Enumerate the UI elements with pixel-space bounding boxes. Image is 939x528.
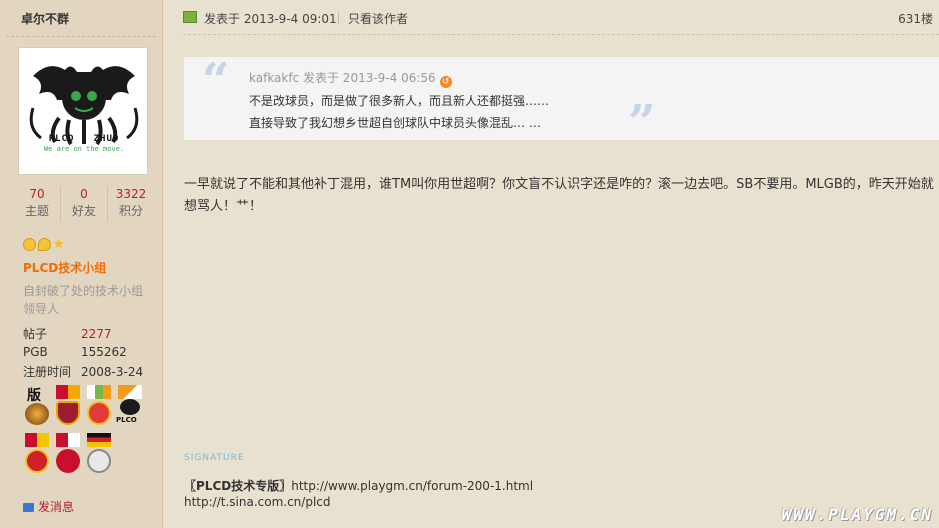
ribbon-icon [56,385,80,399]
divider [338,12,339,24]
user-stats: 70 主题 0 好友 3322 积分 [14,186,154,222]
level-icons: ★ [23,238,65,251]
author-sidebar: 卓尔不群 PLCD - ZHUO We are on the move. 70 … [0,0,163,528]
stat-label: 积分 [118,204,143,218]
medal-moderator-text: 版 [27,388,41,404]
medal-bird[interactable] [85,385,113,425]
info-value: 155262 [81,345,127,359]
medal-germany[interactable] [85,433,113,473]
quote-open-icon: “ [202,53,230,109]
quote-line: 不是改球员，而是做了很多新人，而且新人还都挺强…… [249,94,550,108]
signature-label: SIGNATURE [184,453,245,463]
stat-threads[interactable]: 70 主题 [14,186,60,222]
sixty-icon [56,449,80,473]
post-header: 发表于 2013-9-4 09:01 只看该作者 631楼 [183,8,933,28]
post-date: 发表于 2013-9-4 09:01 [204,12,337,26]
send-message-link[interactable]: 发消息 [23,498,74,515]
floor-number[interactable]: 631楼 [898,10,933,27]
signature-line: 〖PLCD技术专版〗http://www.playgm.cn/forum-200… [184,477,533,494]
online-status-icon [183,11,197,23]
skull-icon [120,399,140,415]
avatar-skull-bat-image [19,48,147,174]
signature-title: 〖PLCD技术专版〗 [184,479,292,493]
stat-friends[interactable]: 0 好友 [60,186,107,222]
medal-plco-text: PLCO [116,416,137,424]
info-key: 帖子 [23,327,48,341]
jump-to-post-icon[interactable]: ↺ [439,76,452,88]
crest-icon [25,449,49,473]
username[interactable]: 卓尔不群 [21,10,69,27]
medal-plco[interactable]: PLCO [116,385,144,425]
avatar[interactable]: PLCD - ZHUO We are on the move. [18,47,148,175]
ribbon-icon [118,385,142,399]
send-message-label: 发消息 [38,500,75,514]
stat-value: 70 [29,187,45,201]
quote-author-date: kafkakfc 发表于 2013-9-4 06:56 [249,71,436,85]
sun-icon [23,238,36,251]
quote-close-icon: ” [628,95,656,151]
stat-label: 主题 [24,204,49,218]
flag-ribbon-icon [87,433,111,447]
ribbon-icon [87,385,111,399]
quote-header: kafkakfc 发表于 2013-9-4 06:56 ↺ [249,69,452,88]
bird-icon [87,401,111,425]
user-title: 自封破了处的技术小组领导人 [23,284,144,316]
site-watermark: WWW.PLAYGM.CN [781,505,933,524]
stat-value: 0 [80,187,88,201]
signature-link[interactable]: http://www.playgm.cn/forum-200-1.html [291,479,533,493]
shield-icon [56,401,80,425]
info-posts: 帖子 2277 [23,325,112,342]
star-icon: ★ [53,237,65,252]
info-key: PGB [23,345,48,359]
signature-link[interactable]: http://t.sina.com.cn/plcd [184,495,331,509]
divider [6,36,156,37]
stat-value: 3322 [115,187,147,201]
info-value[interactable]: 2277 [81,327,112,341]
medal-sixty[interactable] [54,433,82,473]
info-pgb: PGB 155262 [23,345,127,359]
post-body: 一早就说了不能和其他补丁混用，谁TM叫你用世超啊？你文盲不认识字还是咋的？滚一边… [184,177,934,214]
medal-united[interactable] [23,433,51,473]
medal-coin-icon [25,403,49,425]
stat-points[interactable]: 3322 积分 [107,186,154,222]
user-group[interactable]: PLCD技术小组 [23,259,106,276]
avatar-caption: PLCD - ZHUO [48,134,120,144]
ribbon-icon [56,433,80,447]
medal-moderator[interactable]: 版 [23,385,51,425]
ribbon-icon [25,433,49,447]
quote-line: 直接导致了我幻想乡世超自创球队中球员头像混乱… … [249,116,541,130]
info-key: 注册时间 [23,365,72,379]
avatar-subcaption: We are on the move. [43,145,125,153]
only-author-link[interactable]: 只看该作者 [348,10,408,27]
stat-label: 好友 [71,204,96,218]
info-value: 2008-3-24 [81,365,144,379]
divider [183,34,939,35]
medal-roma[interactable] [54,385,82,425]
info-regdate: 注册时间 2008-3-24 [23,363,143,380]
eagle-icon [87,449,111,473]
moon-icon [38,238,51,251]
envelope-icon [23,503,34,512]
quote-block: “ kafkakfc 发表于 2013-9-4 06:56 ↺ 不是改球员，而是做… [184,53,939,151]
